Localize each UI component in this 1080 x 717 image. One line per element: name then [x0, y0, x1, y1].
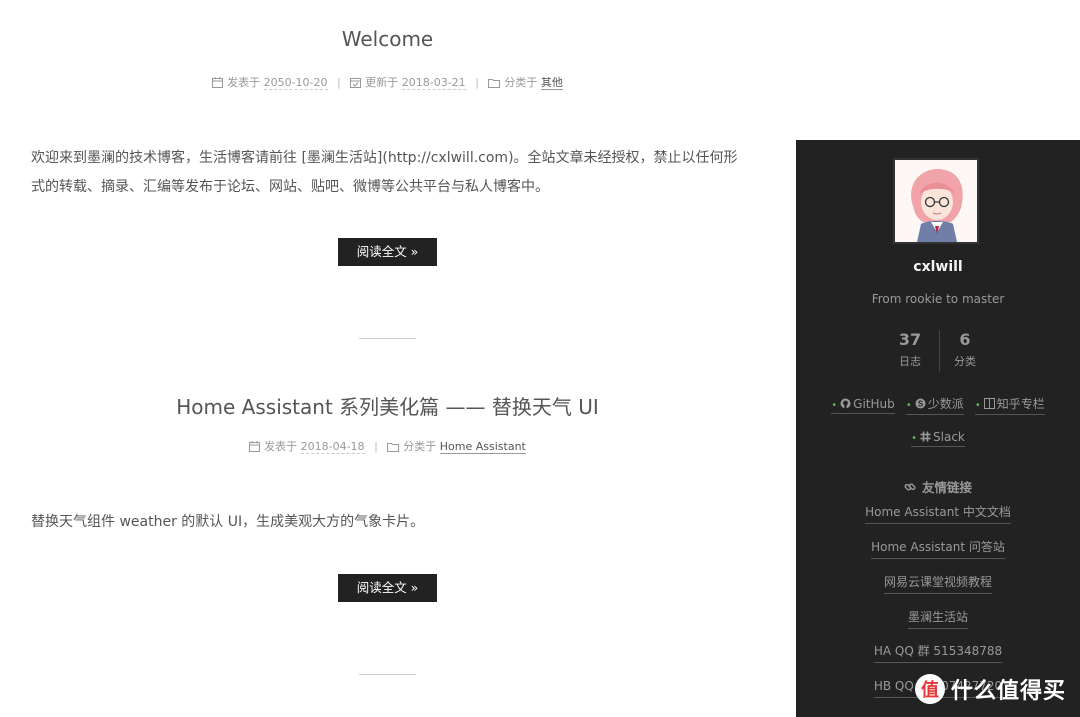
meta-separator: |	[475, 76, 479, 89]
stat-count: 37	[898, 330, 922, 349]
watermark-logo: 值	[914, 674, 945, 704]
folder-icon	[387, 442, 400, 455]
friend-link-text[interactable]: 墨澜生活站	[907, 608, 968, 629]
sidebar: cxlwill From rookie to master 37 日志 6 分类…	[796, 140, 1080, 717]
main-content: Welcome 发表于 2050-10-20 | 更新于 2018-03-21 …	[0, 0, 775, 717]
dot-icon: •	[974, 400, 981, 411]
watermark: 值 什么值得买	[914, 673, 1066, 705]
post-divider	[359, 674, 416, 675]
social-label: GitHub	[853, 397, 895, 411]
post-title-link[interactable]: Home Assistant 系列美化篇 —— 替换天气 UI	[176, 395, 599, 419]
social-links: • GitHub • S 少数派 • 知乎专栏	[796, 393, 1080, 415]
read-more-button[interactable]: 阅读全文 »	[338, 238, 437, 266]
calendar-icon	[249, 441, 261, 455]
friend-link[interactable]: 墨澜生活站	[796, 608, 1080, 629]
friend-link[interactable]: HA QQ 群 515348788	[796, 642, 1080, 663]
meta-separator: |	[337, 76, 341, 89]
post-meta: 发表于 2050-10-20 | 更新于 2018-03-21 | 分类于 其他	[0, 74, 775, 91]
folder-icon	[488, 78, 501, 91]
post-excerpt: 替换天气组件 weather 的默认 UI，生成美观大方的气象卡片。	[31, 514, 425, 530]
post-title[interactable]: Welcome	[0, 27, 775, 51]
calendar-icon	[212, 77, 224, 91]
updated-date: 2018-03-21	[401, 76, 466, 90]
friend-link-text[interactable]: 网易云课堂视频教程	[883, 573, 992, 594]
posted-date: 2018-04-18	[300, 440, 365, 454]
columns-icon	[983, 398, 995, 409]
author-description: From rookie to master	[871, 292, 1005, 306]
stat-label: 分类	[954, 355, 976, 368]
dot-icon: •	[905, 400, 912, 411]
friend-link[interactable]: Home Assistant 问答站	[796, 538, 1080, 559]
post-meta: 发表于 2018-04-18 | 分类于 Home Assistant	[0, 438, 775, 455]
svg-text:S: S	[918, 400, 924, 409]
watermark-text: 什么值得买	[950, 679, 1066, 704]
friend-link[interactable]: 网易云课堂视频教程	[796, 573, 1080, 594]
friend-links-title-text: 友情链接	[921, 480, 972, 495]
post-title-link[interactable]: Welcome	[342, 27, 433, 51]
social-label: 知乎专栏	[996, 397, 1045, 411]
friend-links-title: 友情链接	[796, 477, 1080, 496]
stat-label: 日志	[899, 355, 921, 368]
avatar-image	[895, 160, 977, 242]
slack-icon	[920, 431, 931, 442]
meta-separator: |	[374, 440, 378, 453]
calendar-check-icon	[350, 77, 362, 91]
site-stats: 37 日志 6 分类	[796, 330, 1080, 376]
social-label: 少数派	[927, 397, 964, 411]
social-sspai[interactable]: • S 少数派	[905, 395, 964, 415]
stat-posts[interactable]: 37 日志	[880, 330, 940, 369]
post-excerpt: 欢迎来到墨澜的技术博客，生活博客请前往 [墨澜生活站](http://cxlwi…	[31, 150, 738, 195]
skype-icon: S	[915, 398, 926, 409]
stat-count: 6	[959, 330, 971, 349]
author-name: cxlwill	[913, 259, 963, 275]
category-label: 分类于	[403, 440, 437, 453]
dot-icon: •	[911, 433, 918, 444]
posted-date: 2050-10-20	[263, 76, 328, 90]
posted-label: 发表于	[227, 76, 261, 89]
updated-label: 更新于	[365, 76, 399, 89]
stat-categories[interactable]: 6 分类	[935, 330, 995, 369]
post-divider	[359, 338, 416, 339]
link-icon	[904, 483, 916, 491]
friend-link-text[interactable]: Home Assistant 中文文档	[865, 503, 1011, 524]
github-icon	[840, 398, 851, 409]
social-zhihu[interactable]: • 知乎专栏	[974, 395, 1045, 415]
dot-icon: •	[831, 400, 838, 411]
avatar	[893, 158, 979, 244]
category-label: 分类于	[504, 76, 538, 89]
friend-link-text[interactable]: HA QQ 群 515348788	[873, 642, 1003, 663]
posted-label: 发表于	[264, 440, 298, 453]
friend-link[interactable]: Home Assistant 中文文档	[796, 503, 1080, 524]
social-links-row-2: • Slack	[796, 426, 1080, 447]
friend-link-text[interactable]: Home Assistant 问答站	[871, 538, 1005, 559]
social-slack[interactable]: • Slack	[911, 430, 965, 447]
read-more-button[interactable]: 阅读全文 »	[338, 574, 437, 602]
social-label: Slack	[933, 430, 965, 444]
category-link[interactable]: Home Assistant	[439, 440, 526, 454]
category-link[interactable]: 其他	[540, 76, 563, 90]
post-title[interactable]: Home Assistant 系列美化篇 —— 替换天气 UI	[0, 391, 775, 420]
social-github[interactable]: • GitHub	[831, 397, 895, 414]
